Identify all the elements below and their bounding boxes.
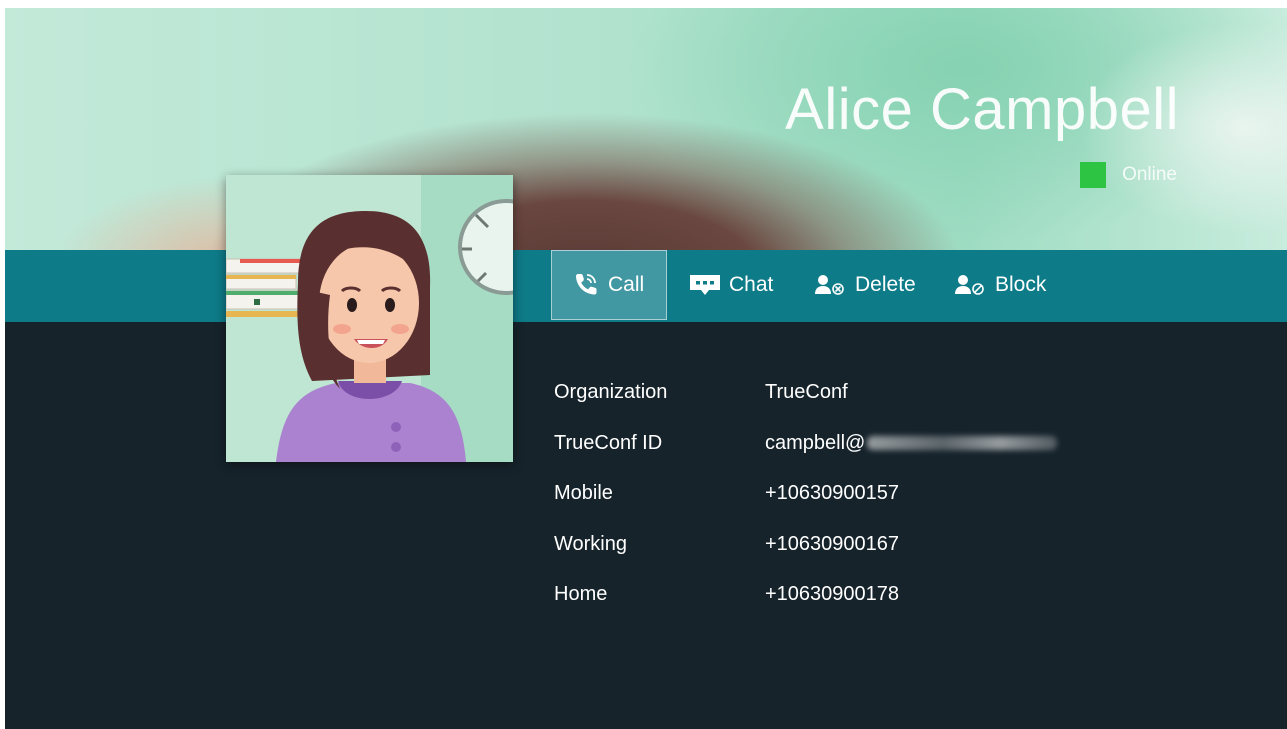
- home-label: Home: [554, 583, 608, 605]
- contact-name: Alice Campbell: [785, 77, 1179, 142]
- delete-button[interactable]: Delete: [815, 250, 916, 320]
- action-toolbar: Call Chat Delete Block: [5, 250, 1287, 322]
- call-button[interactable]: Call: [551, 250, 667, 320]
- block-button-label: Block: [995, 273, 1047, 296]
- delete-button-label: Delete: [855, 273, 916, 296]
- chat-button[interactable]: Chat: [689, 250, 773, 320]
- status-indicator: [1080, 162, 1107, 188]
- trueconf-id-text: campbell@: [765, 431, 866, 454]
- trueconf-id-value: campbell@: [765, 431, 1058, 455]
- working-label: Working: [554, 532, 627, 555]
- contact-profile-screen: Alice Campbell Online Call Chat Delete B…: [5, 8, 1287, 729]
- contact-avatar: [226, 175, 513, 462]
- blurred-domain: [867, 436, 1058, 451]
- phone-icon: [572, 272, 600, 298]
- profile-banner: Alice Campbell Online: [5, 8, 1287, 250]
- chat-bubble-icon: [689, 273, 721, 297]
- mobile-label: Mobile: [554, 482, 613, 504]
- block-button[interactable]: Block: [955, 250, 1046, 320]
- presence-status: Online: [1080, 162, 1177, 188]
- chat-button-label: Chat: [729, 273, 774, 296]
- organization-label: Organization: [554, 381, 668, 403]
- user-delete-icon: [815, 273, 847, 297]
- status-text: Online: [1122, 164, 1177, 185]
- user-block-icon: [955, 273, 987, 297]
- trueconf-id-label: TrueConf ID: [554, 431, 663, 454]
- home-value: +10630900178: [765, 583, 900, 605]
- call-button-label: Call: [608, 273, 645, 296]
- mobile-value: +10630900157: [765, 482, 900, 504]
- working-value: +10630900167: [765, 532, 900, 555]
- organization-value: TrueConf: [765, 381, 848, 403]
